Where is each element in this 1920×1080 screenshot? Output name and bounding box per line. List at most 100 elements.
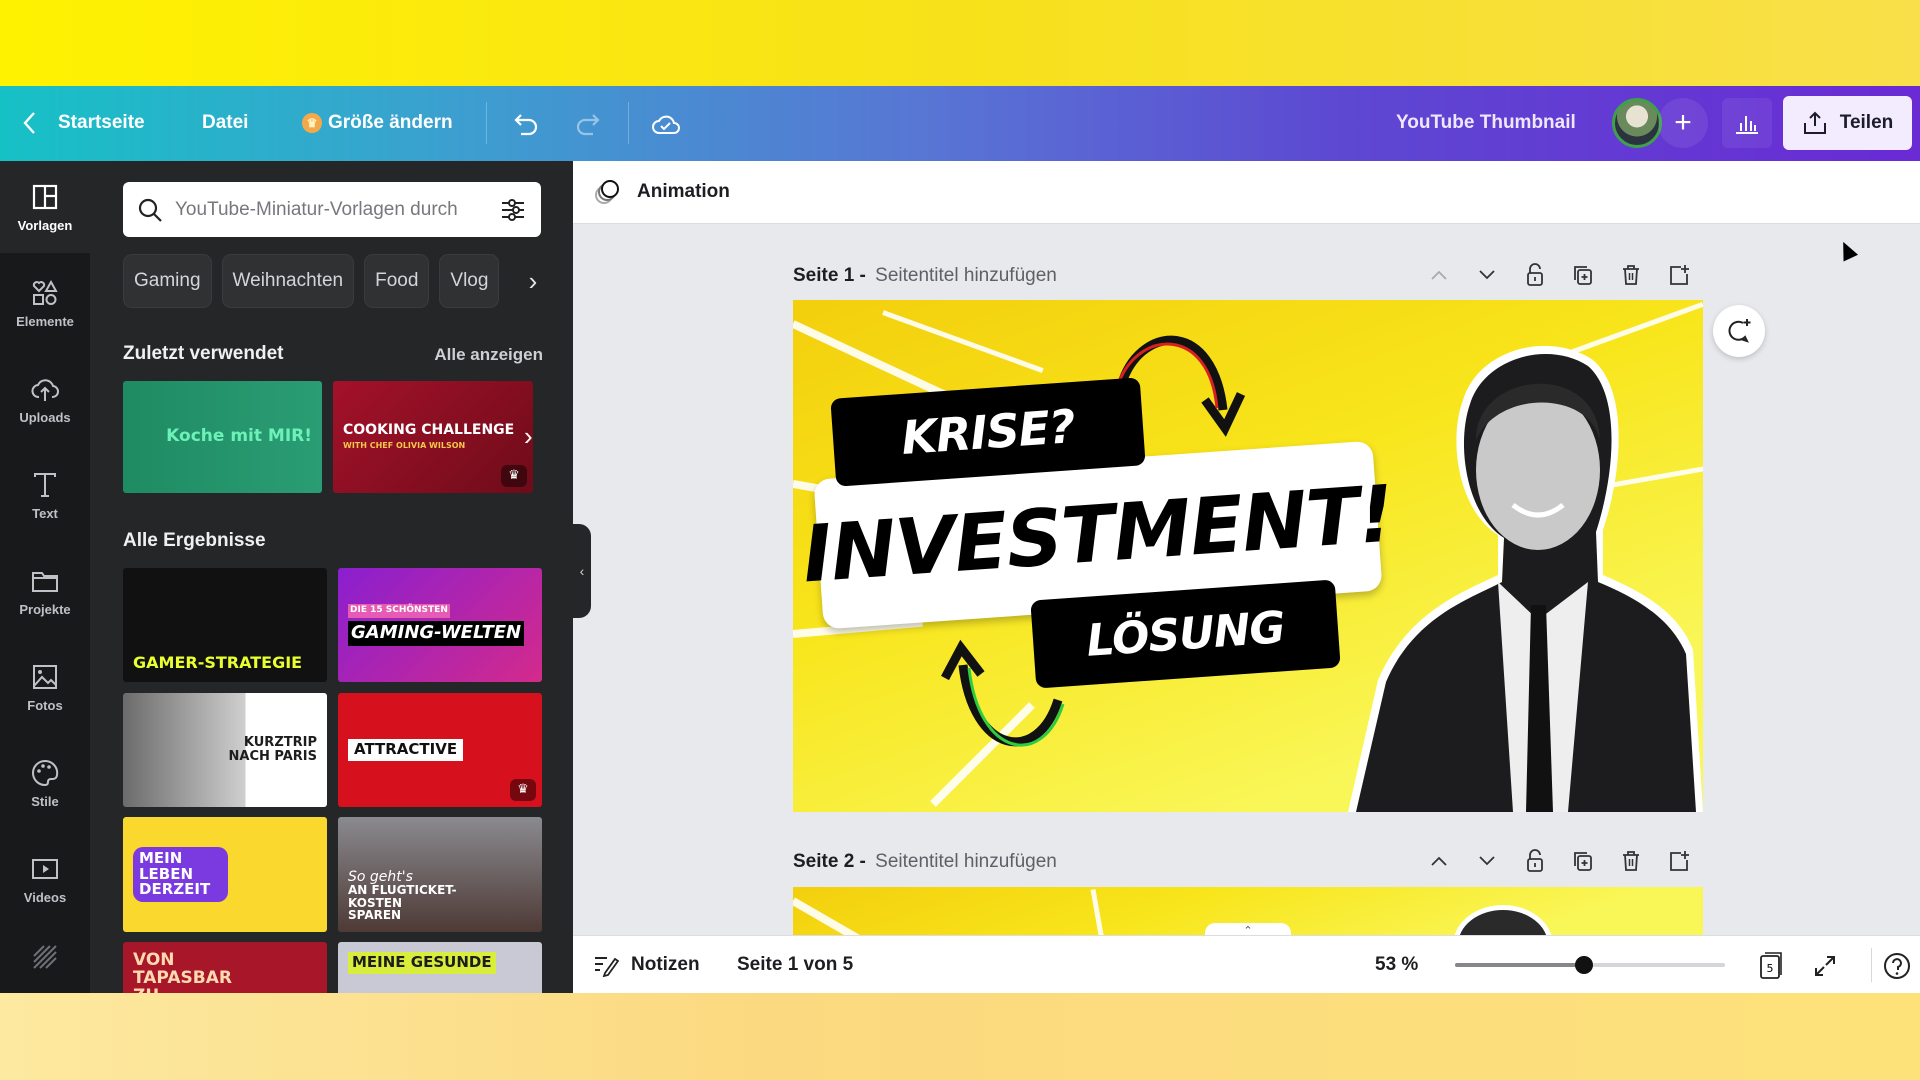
resize-button[interactable]: ♛ Größe ändern	[302, 112, 453, 134]
design-canvas-page-1[interactable]: INVESTMENT! KRISE? LÖSUNG	[793, 300, 1703, 812]
share-label: Teilen	[1839, 112, 1894, 133]
template-thumbnail[interactable]: ATTRACTIVE ♛	[338, 693, 542, 807]
chevron-right-icon[interactable]: ›	[523, 254, 543, 308]
template-thumbnail[interactable]: KURZTRIP NACH PARIS	[123, 693, 327, 807]
page-grid-button[interactable]: 5	[1755, 950, 1787, 982]
chip-christmas[interactable]: Weihnachten	[221, 254, 355, 308]
file-menu[interactable]: Datei	[202, 112, 248, 134]
collapse-panel-handle[interactable]: ‹	[573, 524, 591, 618]
nav-videos[interactable]: Videos	[0, 833, 90, 925]
pattern-icon	[33, 945, 57, 969]
divider	[486, 102, 487, 144]
nav-label: Elemente	[16, 313, 74, 329]
page-tools	[1425, 847, 1693, 875]
undo-icon[interactable]	[508, 106, 544, 142]
comment-plus-icon	[1728, 319, 1751, 343]
template-thumbnail[interactable]: So geht's AN FLUGTICKET-KOSTEN SPAREN	[338, 817, 542, 932]
palette-icon	[32, 759, 59, 786]
redo-icon[interactable]	[570, 106, 606, 142]
nav-label: Fotos	[27, 697, 63, 713]
zoom-slider-fill	[1455, 963, 1584, 967]
animation-icon	[595, 180, 619, 204]
add-page-icon[interactable]	[1665, 847, 1693, 875]
help-icon[interactable]	[1881, 950, 1913, 982]
ray	[882, 310, 1044, 373]
results-title: Alle Ergebnisse	[123, 530, 266, 551]
nav-projects[interactable]: Projekte	[0, 545, 90, 637]
nav-label: Stile	[31, 793, 59, 809]
page-number: Seite 1 -	[793, 265, 872, 286]
fullscreen-icon[interactable]	[1809, 950, 1841, 982]
editor-app: Startseite Datei ♛ Größe ändern YouTube …	[0, 86, 1920, 993]
side-nav: Vorlagen Elemente Uploads Text Projekte …	[0, 161, 90, 993]
folder-icon	[32, 571, 58, 592]
lock-icon[interactable]	[1521, 261, 1549, 289]
background-decoration	[0, 993, 1920, 1080]
template-thumbnail[interactable]: MEINE GESUNDE	[338, 942, 542, 993]
nav-more[interactable]	[0, 929, 90, 985]
chevron-right-icon[interactable]: ›	[524, 421, 533, 452]
nav-uploads[interactable]: Uploads	[0, 353, 90, 445]
nav-label: Vorlagen	[17, 217, 73, 233]
chevron-up-icon[interactable]	[1425, 847, 1453, 875]
home-link[interactable]: Startseite	[58, 112, 145, 134]
zoom-slider[interactable]	[1455, 956, 1725, 974]
premium-crown-icon: ♛	[510, 779, 536, 801]
cloud-saved-icon[interactable]	[648, 106, 684, 142]
back-chevron-icon[interactable]	[22, 106, 44, 140]
category-chips: Gaming Weihnachten Food Vlog	[123, 254, 500, 308]
template-thumbnail[interactable]: Koche mit MIR!	[123, 381, 322, 493]
nav-photos[interactable]: Fotos	[0, 641, 90, 733]
person-photo[interactable]	[1348, 320, 1703, 812]
search-input[interactable]	[175, 198, 499, 221]
text-icon	[34, 472, 56, 497]
trash-icon[interactable]	[1617, 847, 1645, 875]
nav-styles[interactable]: Stile	[0, 737, 90, 829]
zoom-slider-handle[interactable]	[1575, 956, 1593, 974]
user-avatar[interactable]	[1612, 98, 1662, 148]
template-search[interactable]	[123, 182, 541, 237]
recent-title: Zuletzt verwendet	[123, 343, 284, 364]
chip-vlog[interactable]: Vlog	[439, 254, 500, 308]
nav-templates[interactable]: Vorlagen	[0, 161, 90, 253]
filter-sliders-icon	[502, 198, 524, 221]
see-all-link[interactable]: Alle anzeigen	[434, 345, 543, 365]
chevron-up-icon[interactable]	[1425, 261, 1453, 289]
nav-label: Videos	[23, 889, 67, 905]
template-thumbnail[interactable]: MEIN LEBEN DERZEIT	[123, 817, 327, 932]
page-indicator: Seite 1 von 5	[737, 953, 854, 975]
design-title[interactable]: YouTube Thumbnail	[1396, 112, 1576, 134]
zoom-level[interactable]: 53 %	[1375, 954, 1418, 976]
animation-button[interactable]: Animation	[573, 161, 1920, 224]
top-bar: Startseite Datei ♛ Größe ändern YouTube …	[0, 86, 1920, 161]
chevron-down-icon[interactable]	[1473, 261, 1501, 289]
add-page-icon[interactable]	[1665, 261, 1693, 289]
template-thumbnail[interactable]: GAMER-STRATEGIE	[123, 568, 327, 682]
video-icon	[32, 858, 58, 879]
template-thumbnail[interactable]: DIE 15 SCHÖNSTEN GAMING-WELTEN	[338, 568, 542, 682]
duplicate-page-icon[interactable]	[1569, 847, 1597, 875]
template-thumbnail[interactable]: VON TAPASBAR ZU	[123, 942, 327, 993]
share-button[interactable]: Teilen	[1783, 96, 1912, 150]
page-title-input[interactable]: Seitentitel hinzufügen	[875, 265, 1057, 287]
page-number: Seite 2 -	[793, 851, 872, 872]
add-collaborator-button[interactable]: +	[1658, 98, 1708, 148]
page-tools	[1425, 261, 1693, 289]
page-2-header: Seite 2 - Seitentitel hinzufügen	[793, 847, 1693, 877]
template-thumbnail[interactable]: COOKING CHALLENGE WITH CHEF OLIVIA WILSO…	[333, 381, 533, 493]
chevron-down-icon[interactable]	[1473, 847, 1501, 875]
lock-icon[interactable]	[1521, 847, 1549, 875]
chip-food[interactable]: Food	[364, 254, 430, 308]
chip-gaming[interactable]: Gaming	[123, 254, 212, 308]
duplicate-page-icon[interactable]	[1569, 261, 1597, 289]
nav-elements[interactable]: Elemente	[0, 257, 90, 349]
insights-button[interactable]	[1722, 98, 1772, 148]
nav-text[interactable]: Text	[0, 449, 90, 541]
trash-icon[interactable]	[1617, 261, 1645, 289]
resize-label: Größe ändern	[328, 112, 453, 133]
notes-button[interactable]: Notizen	[593, 953, 700, 977]
templates-panel: Gaming Weihnachten Food Vlog › Zuletzt v…	[90, 161, 573, 993]
mouse-cursor	[1835, 238, 1859, 262]
page-title-input[interactable]: Seitentitel hinzufügen	[875, 851, 1057, 873]
add-comment-button[interactable]	[1713, 305, 1765, 357]
